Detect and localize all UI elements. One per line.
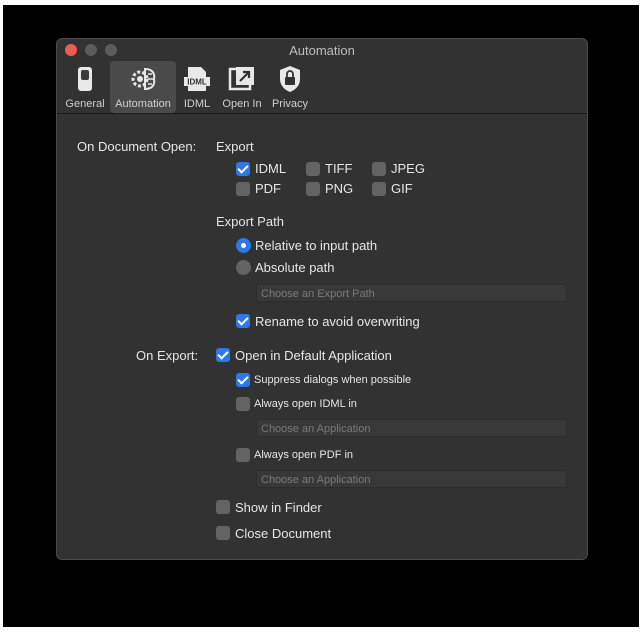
always-open-pdf-label: Always open PDF in — [254, 449, 354, 461]
always-open-idml-checkbox[interactable] — [236, 397, 250, 411]
tab-automation[interactable]: Automation — [110, 61, 176, 113]
pdf-application-field[interactable]: Choose an Application — [256, 470, 567, 488]
tab-general[interactable]: General — [61, 61, 109, 113]
format-jpeg-label: JPEG — [391, 161, 425, 176]
idml-file-icon: IDML — [184, 67, 210, 91]
format-idml-label: IDML — [255, 161, 287, 176]
format-pdf-label: PDF — [255, 181, 281, 196]
export-path-field[interactable]: Choose an Export Path — [256, 284, 567, 302]
format-tiff-label: TIFF — [325, 161, 353, 176]
close-document-label: Close Document — [235, 526, 332, 541]
brain-gear-icon — [131, 67, 156, 91]
on-export-label: On Export: — [136, 348, 199, 363]
always-open-idml-label: Always open IDML in — [254, 398, 357, 410]
on-document-open-label: On Document Open: — [77, 139, 197, 154]
window-title: Automation — [289, 43, 355, 58]
tab-idml[interactable]: IDML IDML — [179, 61, 215, 113]
format-jpeg-checkbox[interactable] — [372, 162, 386, 176]
suppress-dialogs-checkbox[interactable] — [236, 373, 250, 387]
relative-path-radio[interactable] — [236, 238, 251, 253]
suppress-dialogs-label: Suppress dialogs when possible — [254, 374, 412, 386]
rename-label: Rename to avoid overwriting — [255, 314, 420, 329]
preferences-window: Automation General Automation IDML IDML … — [56, 38, 588, 560]
tab-privacy[interactable]: Privacy — [268, 61, 312, 113]
tab-privacy-label: Privacy — [271, 98, 309, 110]
always-open-pdf-checkbox[interactable] — [236, 448, 250, 462]
rename-checkbox[interactable] — [236, 314, 250, 328]
tab-automation-label: Automation — [115, 98, 171, 110]
format-png-label: PNG — [325, 181, 354, 196]
close-document-checkbox[interactable] — [216, 526, 230, 540]
absolute-path-radio[interactable] — [236, 260, 251, 275]
svg-text:IDML: IDML — [187, 78, 207, 87]
tab-open-in-label: Open In — [222, 98, 262, 110]
export-path-heading: Export Path — [216, 214, 284, 229]
preferences-toolbar: General Automation IDML IDML Open In Pri… — [57, 61, 587, 114]
tab-open-in[interactable]: Open In — [217, 61, 267, 113]
lock-shield-icon — [280, 66, 300, 92]
open-default-app-label: Open in Default Application — [235, 348, 392, 363]
format-png-checkbox[interactable] — [306, 182, 320, 196]
idml-application-field[interactable]: Choose an Application — [256, 419, 567, 437]
toggle-icon — [78, 67, 92, 91]
title-bar: Automation — [57, 39, 587, 61]
format-gif-label: GIF — [391, 181, 413, 196]
tab-general-label: General — [65, 98, 105, 110]
show-in-finder-checkbox[interactable] — [216, 500, 230, 514]
open-default-app-checkbox[interactable] — [216, 348, 230, 362]
relative-path-label: Relative to input path — [255, 238, 378, 253]
open-in-icon — [228, 67, 254, 91]
format-gif-checkbox[interactable] — [372, 182, 386, 196]
automation-pane: On Document Open: Export IDML TIFF JPEG … — [57, 114, 587, 558]
show-in-finder-label: Show in Finder — [235, 500, 322, 515]
format-tiff-checkbox[interactable] — [306, 162, 320, 176]
format-idml-checkbox[interactable] — [236, 162, 250, 176]
tab-idml-label: IDML — [183, 98, 211, 110]
export-heading: Export — [216, 139, 254, 154]
absolute-path-label: Absolute path — [255, 260, 335, 275]
format-pdf-checkbox[interactable] — [236, 182, 250, 196]
